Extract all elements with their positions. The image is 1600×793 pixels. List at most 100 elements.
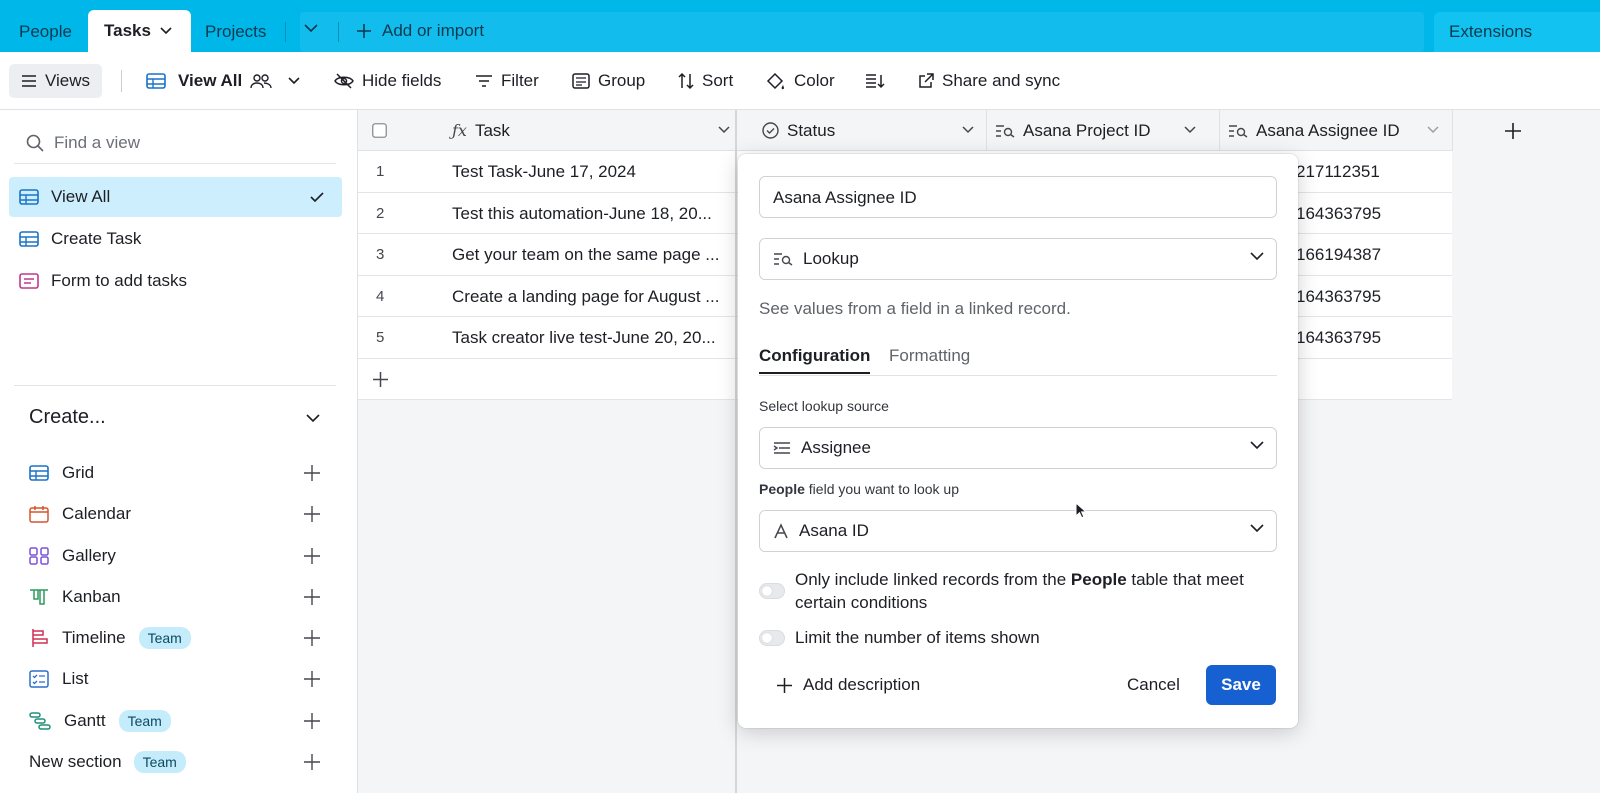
create-item-label: Calendar (62, 504, 131, 523)
sidebar-view-label: View All (51, 187, 111, 206)
plus-icon (777, 677, 792, 693)
column-header-task[interactable]: ƒx Task (452, 110, 730, 151)
row-number: 4 (376, 287, 385, 305)
sidebar-view-view-all[interactable]: View All (9, 177, 342, 217)
plus-icon (304, 589, 320, 605)
team-badge: Team (138, 627, 191, 649)
create-gantt[interactable]: Gantt Team (29, 703, 329, 739)
row-number: 1 (376, 163, 385, 180)
row-height-icon (866, 74, 885, 89)
field-type-dropdown[interactable]: Lookup (759, 238, 1277, 280)
paint-bucket-icon (766, 72, 784, 90)
assignee-id-cell[interactable]: 164363795 (1296, 204, 1381, 224)
conditions-text-table: People (1070, 570, 1127, 589)
search-icon (26, 134, 44, 152)
share-and-sync-label: Share and sync (942, 71, 1061, 90)
chevron-down-icon[interactable] (306, 414, 320, 423)
add-description-button[interactable]: Add description (776, 675, 920, 695)
add-or-import-label: Add or import (382, 21, 485, 40)
list-icon (29, 670, 49, 688)
plus-icon (357, 24, 371, 38)
create-new-section[interactable]: New section Team (29, 744, 329, 780)
base-tab-bar: People Tasks Projects Add or import Exte… (0, 0, 1600, 52)
tab-projects[interactable]: Projects (205, 10, 266, 52)
tab-formatting[interactable]: Formatting (889, 346, 970, 366)
hide-fields-label: Hide fields (362, 71, 442, 90)
task-cell[interactable]: Test this automation-June 18, 20... (452, 204, 734, 224)
tab-people[interactable]: People (19, 10, 72, 52)
tab-configuration[interactable]: Configuration (759, 346, 871, 374)
checkbox-icon (372, 123, 387, 138)
field-name-input[interactable]: Asana Assignee ID (759, 176, 1277, 218)
chevron-down-icon (304, 24, 318, 33)
plus-icon (304, 465, 320, 481)
filter-button[interactable]: Filter (475, 64, 539, 98)
chevron-down-icon (1427, 126, 1439, 134)
create-gallery[interactable]: Gallery (29, 538, 329, 574)
create-item-label: Gantt (64, 711, 106, 730)
task-cell[interactable]: Task creator live test-June 20, 20... (452, 328, 734, 348)
limit-items-toggle[interactable] (759, 630, 785, 646)
add-field-button[interactable] (1452, 110, 1572, 151)
tab-separator (285, 22, 286, 42)
share-and-sync-button[interactable]: Share and sync (918, 64, 1060, 98)
color-button[interactable]: Color (766, 64, 835, 98)
create-grid[interactable]: Grid (29, 455, 329, 491)
cancel-button[interactable]: Cancel (1123, 665, 1184, 705)
sidebar-view-create-task[interactable]: Create Task (9, 219, 342, 259)
assignee-id-cell[interactable]: 217112351 (1296, 162, 1380, 182)
create-timeline[interactable]: Timeline Team (29, 620, 329, 656)
lookup-field-dropdown[interactable]: Asana ID (759, 510, 1277, 552)
team-badge: Team (118, 710, 171, 732)
grid-view-icon (146, 73, 166, 89)
kanban-icon (30, 589, 48, 605)
plus-icon (304, 548, 320, 564)
save-button[interactable]: Save (1206, 665, 1276, 705)
frozen-column-divider[interactable] (735, 110, 737, 793)
row-number: 5 (376, 329, 385, 346)
create-list[interactable]: List (29, 661, 329, 697)
toolbar-separator (121, 70, 122, 92)
add-or-import-button[interactable]: Add or import (356, 10, 484, 52)
sort-button[interactable]: Sort (678, 64, 733, 98)
row-height-button[interactable] (865, 64, 885, 98)
task-cell[interactable]: Get your team on the same page ... (452, 245, 734, 265)
assignee-id-cell[interactable]: 164363795 (1296, 287, 1381, 307)
views-sidebar: Find a view View All Create Task Form to… (0, 110, 358, 793)
views-button[interactable]: Views (9, 64, 103, 98)
find-view-search[interactable]: Find a view (14, 122, 336, 164)
conditions-toggle[interactable] (759, 583, 785, 599)
color-label: Color (794, 71, 835, 90)
chevron-down-icon (288, 77, 300, 85)
formula-icon: ƒx (452, 121, 467, 140)
group-button[interactable]: Group (572, 64, 645, 98)
sidebar-view-form[interactable]: Form to add tasks (9, 261, 342, 301)
select-all-checkbox[interactable] (372, 110, 387, 151)
tab-tasks-label: Tasks (104, 21, 151, 40)
column-header-asana-project-id[interactable]: Asana Project ID (986, 110, 1208, 151)
create-calendar[interactable]: Calendar (29, 496, 329, 532)
lookup-icon (1229, 124, 1248, 138)
column-header-asana-assignee-id[interactable]: Asana Assignee ID (1219, 110, 1451, 151)
tab-tasks[interactable]: Tasks (88, 10, 191, 52)
assignee-id-cell[interactable]: 164363795 (1296, 328, 1381, 348)
chevron-down-icon (718, 126, 730, 134)
task-cell[interactable]: Test Task-June 17, 2024 (452, 162, 734, 182)
plus-icon (304, 506, 320, 522)
conditions-option-text: Only include linked records from the Peo… (795, 568, 1270, 614)
extensions-button[interactable]: Extensions (1449, 10, 1532, 52)
lookup-source-dropdown[interactable]: Assignee (759, 427, 1277, 469)
chevron-down-icon (962, 126, 974, 134)
lookup-source-value: Assignee (801, 438, 871, 457)
menu-icon (22, 75, 36, 87)
assignee-id-cell[interactable]: 166194387 (1296, 245, 1381, 265)
column-header-status[interactable]: Status (762, 110, 974, 151)
hide-fields-button[interactable]: Hide fields (334, 64, 441, 98)
chevron-down-icon (1250, 524, 1264, 533)
task-cell[interactable]: Create a landing page for August ... (452, 287, 734, 307)
create-kanban[interactable]: Kanban (29, 579, 329, 615)
current-view-button[interactable]: View All (146, 64, 300, 98)
more-tabs-dropdown[interactable] (304, 24, 318, 40)
chevron-down-icon (1250, 441, 1264, 450)
column-header-label: Asana Assignee ID (1256, 120, 1400, 140)
